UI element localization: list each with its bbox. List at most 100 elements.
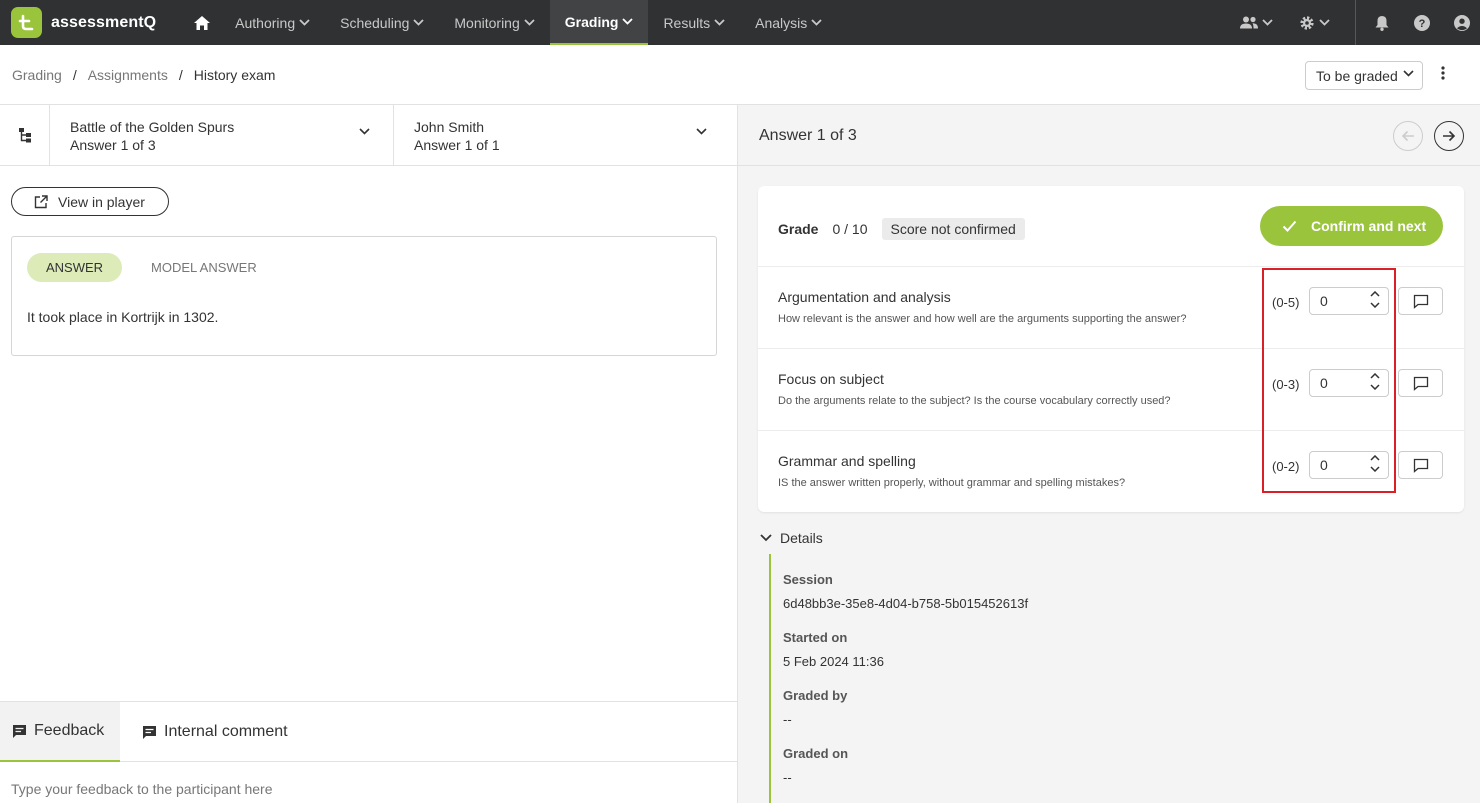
chevron-down-icon: [413, 19, 425, 26]
started-on-label: Started on: [783, 630, 848, 645]
question-answer-index: Answer 1 of 3: [70, 137, 156, 153]
nav-monitoring[interactable]: Monitoring: [439, 0, 549, 45]
nav-label: Scheduling: [340, 14, 410, 31]
answer-navigation: Answer 1 of 3: [738, 105, 1480, 166]
nav-separator: [1355, 0, 1356, 45]
breadcrumb-bar: Grading / Assignments / History exam To …: [0, 45, 1480, 105]
chevron-down-icon[interactable]: [1370, 302, 1380, 308]
nav-label: Authoring: [235, 14, 296, 31]
message-icon: [143, 725, 156, 739]
app-logo[interactable]: assessmentQ: [11, 7, 156, 38]
tab-model-answer[interactable]: MODEL ANSWER: [151, 260, 257, 275]
nav-label: Grading: [564, 13, 619, 30]
nav-authoring[interactable]: Authoring: [220, 0, 325, 45]
tab-answer[interactable]: ANSWER: [27, 253, 122, 282]
score-stepper[interactable]: 0: [1309, 369, 1389, 397]
chevron-down-icon: [714, 19, 725, 26]
chevron-down-icon: [524, 19, 535, 26]
confirm-and-next-button[interactable]: Confirm and next: [1260, 206, 1443, 246]
grade-value: 0 / 10: [832, 221, 868, 237]
answer-selectors: Battle of the Golden Spurs Answer 1 of 3…: [0, 105, 737, 166]
arrow-left-icon: [1401, 130, 1414, 142]
criterion-range: (0-3): [1272, 377, 1300, 392]
breadcrumb-grading[interactable]: Grading: [12, 67, 62, 83]
criterion-range: (0-2): [1272, 459, 1300, 474]
answer-text: It took place in Kortrijk in 1302.: [27, 309, 219, 325]
comment-icon: [1413, 376, 1428, 391]
criterion-row: Grammar and spelling IS the answer writt…: [758, 430, 1464, 512]
criterion-description: IS the answer written properly, without …: [778, 477, 1126, 489]
previous-answer-button[interactable]: [1393, 121, 1423, 151]
criterion-row: Argumentation and analysis How relevant …: [758, 266, 1464, 348]
next-answer-button[interactable]: [1434, 121, 1464, 151]
breadcrumb-assignments[interactable]: Assignments: [88, 67, 168, 83]
participant-selector[interactable]: John Smith Answer 1 of 1: [414, 105, 724, 165]
chevron-down-icon: [760, 534, 772, 542]
question-selector[interactable]: Battle of the Golden Spurs Answer 1 of 3: [70, 105, 380, 165]
comment-icon: [1413, 294, 1428, 309]
chevron-down-icon[interactable]: [1370, 466, 1380, 472]
chevron-down-icon: [1403, 70, 1414, 77]
chevron-up-icon[interactable]: [1370, 291, 1380, 297]
graded-on-label: Graded on: [783, 746, 849, 761]
tab-feedback[interactable]: Feedback: [0, 702, 120, 762]
nav-analysis[interactable]: Analysis: [740, 0, 837, 45]
chevron-up-icon[interactable]: [1370, 455, 1380, 461]
session-label: Session: [783, 572, 833, 587]
tree-view-button[interactable]: [0, 105, 50, 165]
nav-right-tools: ?: [1240, 0, 1480, 45]
score-stepper[interactable]: 0: [1309, 287, 1389, 315]
gear-icon: [1300, 15, 1314, 30]
home-icon[interactable]: [192, 13, 212, 33]
stepper-arrows[interactable]: [1370, 455, 1380, 472]
answer-card: ANSWER MODEL ANSWER It took place in Kor…: [11, 236, 717, 356]
nav-label: Monitoring: [454, 14, 520, 31]
chevron-down-icon[interactable]: [1370, 384, 1380, 390]
help-button[interactable]: ?: [1414, 14, 1430, 31]
score-stepper[interactable]: 0: [1309, 451, 1389, 479]
view-in-player-button[interactable]: View in player: [11, 187, 169, 216]
main-nav: Authoring Scheduling Monitoring Grading …: [220, 0, 837, 45]
score-value: 0: [1320, 457, 1328, 473]
nav-scheduling[interactable]: Scheduling: [325, 0, 439, 45]
external-link-icon: [34, 194, 48, 208]
graded-by-label: Graded by: [783, 688, 848, 703]
participant-name: John Smith: [414, 119, 485, 135]
account-button[interactable]: [1454, 14, 1470, 31]
chevron-down-icon: [1262, 19, 1273, 26]
more-options-icon[interactable]: [1441, 66, 1445, 83]
stepper-arrows[interactable]: [1370, 373, 1380, 390]
nav-results[interactable]: Results: [648, 0, 740, 45]
criterion-comment-button[interactable]: [1398, 369, 1443, 397]
stepper-arrows[interactable]: [1370, 291, 1380, 308]
nav-grading[interactable]: Grading: [549, 0, 649, 45]
bell-icon: [1375, 15, 1389, 31]
score-value: 0: [1320, 375, 1328, 391]
started-on-value: 5 Feb 2024 11:36: [783, 654, 884, 669]
breadcrumb: Grading / Assignments / History exam: [12, 67, 275, 83]
message-icon: [13, 724, 26, 738]
criterion-comment-button[interactable]: [1398, 287, 1443, 315]
grading-status-filter[interactable]: To be graded: [1305, 61, 1423, 90]
details-toggle[interactable]: Details: [760, 530, 823, 546]
breadcrumb-current: History exam: [193, 67, 276, 83]
criterion-range: (0-5): [1272, 295, 1300, 310]
arrow-right-icon: [1443, 130, 1456, 142]
users-icon: [1240, 16, 1258, 29]
status-badge: Score not confirmed: [881, 218, 1025, 240]
chevron-up-icon[interactable]: [1370, 373, 1380, 379]
details-title: Details: [780, 530, 823, 546]
settings-menu[interactable]: [1299, 15, 1330, 31]
notifications-button[interactable]: [1375, 15, 1389, 31]
criterion-comment-button[interactable]: [1398, 451, 1443, 479]
users-menu[interactable]: [1240, 16, 1273, 29]
chevron-down-icon: [811, 19, 822, 26]
chevron-down-icon: [622, 18, 634, 25]
criterion-name: Grammar and spelling: [778, 453, 916, 469]
tab-internal-comment[interactable]: Internal comment: [142, 702, 288, 762]
svg-text:?: ?: [1419, 18, 1426, 30]
nav-label: Analysis: [755, 14, 808, 31]
feedback-input[interactable]: Type your feedback to the participant he…: [11, 781, 273, 797]
app-name: assessmentQ: [51, 13, 157, 31]
grade-summary: Grade 0 / 10 Score not confirmed: [778, 218, 1025, 240]
